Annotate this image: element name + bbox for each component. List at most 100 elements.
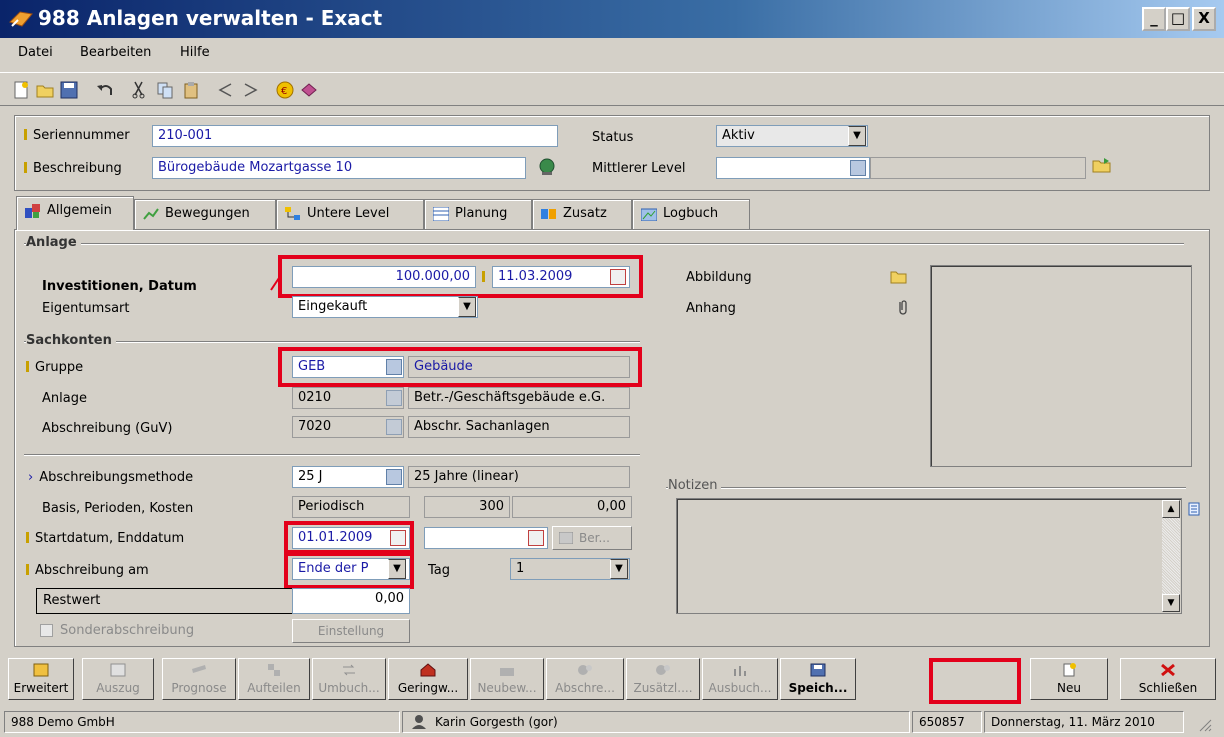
minimize-button[interactable]: _	[1142, 7, 1166, 31]
settings-button[interactable]: Einstellung	[292, 619, 410, 643]
globe-translate-icon[interactable]	[538, 158, 556, 176]
tab-allgemein[interactable]: Allgemein	[16, 196, 134, 230]
dates-label: Startdatum, Enddatum	[26, 531, 184, 546]
low-value-button[interactable]: Geringw...	[388, 658, 468, 700]
open-image-folder-icon[interactable]	[890, 268, 908, 284]
tab-bewegungen[interactable]: Bewegungen	[134, 199, 276, 229]
image-preview-box[interactable]	[930, 265, 1192, 467]
telescope-icon	[192, 665, 206, 673]
close-button[interactable]: Schließen	[1120, 658, 1216, 700]
depreciation-lookup-icon	[386, 419, 402, 435]
depreciate-button[interactable]: Abschre...	[546, 658, 624, 700]
notes-textarea[interactable]	[676, 498, 1182, 614]
basis-label: Basis, Perioden, Kosten	[42, 501, 194, 516]
cut-icon[interactable]	[130, 81, 148, 99]
help-book-icon[interactable]	[300, 81, 318, 99]
open-folder-icon[interactable]	[36, 81, 54, 99]
dispose-button[interactable]: Ausbuch...	[702, 658, 778, 700]
previous-record-icon[interactable]	[216, 81, 234, 99]
user-icon	[412, 715, 426, 729]
gears-add-icon	[656, 665, 670, 675]
dispose-icon	[734, 666, 746, 676]
status-date: Donnerstag, 11. März 2010	[984, 711, 1184, 733]
currency-icon[interactable]: €	[276, 81, 294, 99]
save-button[interactable]: Speich...	[780, 658, 856, 700]
depreciation-on-label: Abschreibung am	[26, 563, 149, 578]
status-company: 988 Demo GmbH	[4, 711, 400, 733]
description-label: Beschreibung	[24, 161, 122, 176]
menu-datei[interactable]: Datei	[18, 45, 53, 60]
close-window-button[interactable]: X	[1192, 7, 1216, 31]
new-button[interactable]: Neu	[1030, 658, 1108, 700]
paperclip-icon[interactable]	[896, 298, 908, 316]
ownership-dropdown-arrow[interactable]: ▼	[458, 297, 476, 317]
resize-grip-icon[interactable]	[1196, 716, 1212, 732]
paste-icon[interactable]	[182, 81, 200, 99]
level-description-field	[870, 157, 1086, 179]
notes-scroll-up[interactable]: ▲	[1162, 500, 1180, 518]
app-logo-icon	[9, 11, 33, 27]
menu-bearbeiten[interactable]: Bearbeiten	[80, 45, 151, 60]
table-icon	[110, 663, 126, 677]
maximize-button[interactable]: □	[1166, 7, 1190, 31]
title-bar[interactable]: 988 Anlagen verwalten - Exact _ □ X	[0, 0, 1224, 38]
revalue-button[interactable]: Neubew...	[470, 658, 544, 700]
extended-button[interactable]: Erweitert	[8, 658, 74, 700]
status-select[interactable]: Aktiv	[716, 125, 868, 147]
level-lookup-icon[interactable]	[850, 160, 866, 176]
tab-planung[interactable]: Planung	[424, 199, 532, 229]
depreciation-account-description: Abschr. Sachanlagen	[408, 416, 630, 438]
next-record-icon[interactable]	[242, 81, 260, 99]
asset-lookup-icon	[386, 390, 402, 406]
special-depreciation-checkbox[interactable]	[40, 624, 53, 637]
depreciation-account-label: Abschreibung (GuV)	[42, 421, 173, 436]
end-calendar-icon[interactable]	[528, 530, 544, 546]
status-dropdown-arrow[interactable]: ▼	[848, 126, 866, 146]
asset-account-description: Betr.-/Geschäftsgebäude e.G.	[408, 387, 630, 409]
description-input[interactable]: Bürogebäude Mozartgasse 10	[152, 157, 526, 179]
undo-icon[interactable]	[96, 81, 114, 99]
residual-label: Restwert	[36, 588, 294, 614]
close-x-icon	[1161, 663, 1175, 677]
new-file-icon[interactable]	[12, 81, 30, 99]
rebook-button[interactable]: Umbuch...	[312, 658, 386, 700]
section-sachkonten: Sachkonten	[26, 333, 116, 348]
level-input[interactable]	[716, 157, 870, 179]
additional-button[interactable]: Zusätzl....	[626, 658, 700, 700]
depreciation-separator	[24, 454, 640, 456]
extract-button[interactable]: Auszug	[82, 658, 154, 700]
basis-value: Periodisch	[292, 496, 410, 518]
level-label: Mittlerer Level	[592, 161, 686, 176]
asset-account-label: Anlage	[42, 391, 87, 406]
house-icon	[420, 663, 436, 677]
open-folder-icon[interactable]	[1092, 156, 1112, 174]
method-description: 25 Jahre (linear)	[408, 466, 630, 488]
window-title: 988 Anlagen verwalten - Exact	[38, 6, 383, 30]
serial-number-input[interactable]: 210-001	[152, 125, 558, 147]
split-button[interactable]: Aufteilen	[238, 658, 310, 700]
cost-value: 0,00	[512, 496, 632, 518]
investment-label: Investitionen, Datum	[42, 279, 197, 294]
menu-hilfe[interactable]: Hilfe	[180, 45, 210, 60]
tab-logbuch[interactable]: Logbuch	[632, 199, 750, 229]
tab-zusatz[interactable]: Zusatz	[532, 199, 632, 229]
status-user: Karin Gorgesth (gor)	[402, 711, 910, 733]
periods-value: 300	[424, 496, 510, 518]
calculate-button[interactable]: Ber...	[552, 526, 632, 550]
highlight-start-date	[284, 521, 414, 554]
movements-icon	[143, 208, 159, 220]
notes-scroll-down[interactable]: ▼	[1162, 594, 1180, 612]
tab-untere-level[interactable]: Untere Level	[276, 199, 424, 229]
method-lookup-icon[interactable]	[386, 469, 402, 485]
copy-icon[interactable]	[156, 81, 174, 99]
ownership-select[interactable]: Eingekauft	[292, 296, 478, 318]
notes-document-icon[interactable]	[1188, 502, 1200, 516]
residual-value-input[interactable]: 0,00	[292, 588, 410, 614]
revalue-icon	[500, 668, 514, 676]
forecast-button[interactable]: Prognose	[162, 658, 236, 700]
special-depreciation-label: Sonderabschreibung	[60, 623, 195, 638]
svg-text:€: €	[281, 86, 287, 97]
sachkonten-separator	[24, 341, 640, 343]
save-disk-icon[interactable]	[60, 81, 78, 99]
day-dropdown-arrow[interactable]: ▼	[610, 559, 628, 579]
